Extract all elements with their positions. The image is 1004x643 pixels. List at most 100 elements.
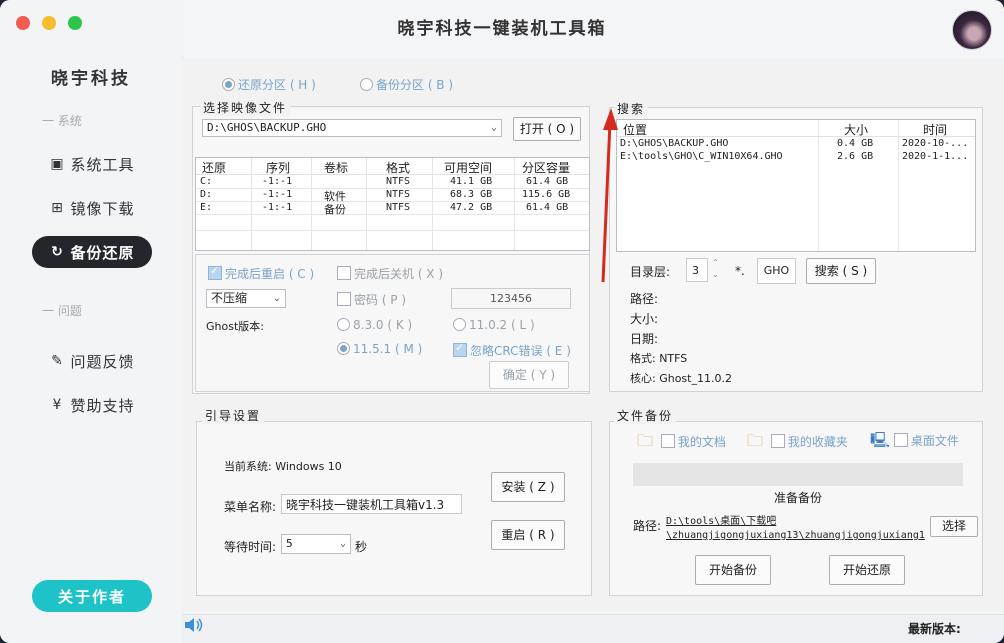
detail-core-label: 核心: Ghost_11.0.2 [630, 372, 732, 385]
maximize-window-button[interactable] [68, 16, 82, 30]
section-system-label: 一 系统 [42, 114, 82, 128]
column-header: 大小 [844, 123, 869, 137]
my-documents-option[interactable]: 🗀 我的文档 [637, 430, 726, 450]
about-author-button[interactable]: 关于作者 [32, 580, 152, 612]
radio-indicator [360, 78, 373, 91]
column-header: 时间 [923, 123, 948, 137]
chevron-down-icon: ⌄ [490, 122, 497, 133]
ghost-830-radio[interactable]: 8.3.0 ( K ) [337, 318, 412, 332]
toolbox-icon: ▣ [50, 156, 65, 172]
password-field[interactable]: 123456 [451, 288, 571, 309]
shutdown-after-checkbox[interactable]: 完成后关机 ( X ) [337, 265, 443, 282]
sidebar-item-label: 备份还原 [70, 243, 135, 262]
close-window-button[interactable] [16, 16, 30, 30]
install-button[interactable]: 安装 ( Z ) [491, 472, 565, 502]
my-favorites-option[interactable]: 🗀 我的收藏夹 [747, 430, 848, 450]
sidebar-item-label: 问题反馈 [70, 352, 135, 371]
sidebar-item-feedback[interactable]: ✎ 问题反馈 [32, 345, 152, 377]
wait-time-label: 等待时间: [224, 540, 277, 554]
directory-depth-label: 目录层: [630, 265, 671, 279]
restore-partition-radio[interactable]: 还原分区 ( H ) [222, 76, 316, 93]
sidebar-item-label: 镜像下载 [70, 199, 135, 218]
user-folder-icon: 🗀 [637, 431, 654, 450]
depth-spinner[interactable]: ⌃ ⌄ [712, 257, 719, 281]
start-backup-button[interactable]: 开始备份 [695, 555, 771, 585]
sidebar-item-system-tools[interactable]: ▣ 系统工具 [32, 148, 152, 180]
avatar[interactable] [952, 10, 992, 50]
start-restore-button[interactable]: 开始还原 [829, 555, 905, 585]
section-help-label: 一 问题 [42, 304, 82, 318]
brand-name: 晓宇科技 [51, 69, 131, 89]
ghost-1151-radio[interactable]: 11.5.1 ( M ) [337, 342, 422, 356]
minimize-window-button[interactable] [42, 16, 56, 30]
boot-settings-legend: 引导设置 [202, 407, 265, 424]
reboot-button[interactable]: 重启 ( R ) [491, 520, 565, 550]
sidebar-item-image-download[interactable]: ⊞ 镜像下载 [32, 192, 152, 224]
wait-time-select[interactable]: 5 ⌄ [281, 534, 351, 554]
password-checkbox[interactable]: 密码 ( P ) [337, 291, 406, 308]
checkbox-indicator [770, 434, 785, 448]
directory-depth-input[interactable]: 3 [686, 258, 708, 282]
chevron-down-icon: ⌄ [712, 270, 719, 279]
windows-icon: ⊞ [51, 200, 64, 216]
sidebar: 晓宇科技 一 系统 ▣ 系统工具 ⊞ 镜像下载 ↻ 备份还原 一 问题 ✎ 问题… [0, 0, 183, 643]
radio-indicator [222, 78, 235, 91]
desktop-files-option[interactable]: 🖳 桌面文件 [870, 430, 959, 450]
chevron-down-icon: ⌄ [339, 538, 346, 549]
column-header: 分区容量 [522, 161, 571, 175]
column-header: 可用空间 [444, 161, 493, 175]
partition-table[interactable]: 还原 序列 卷标 格式 可用空间 分区容量 C: -1:-1 NTFS 41.1… [195, 157, 590, 251]
compression-select[interactable]: 不压缩 ⌄ [206, 289, 286, 308]
detail-size-label: 大小: [630, 312, 659, 326]
app-window: 晓宇科技 一 系统 ▣ 系统工具 ⊞ 镜像下载 ↻ 备份还原 一 问题 ✎ 问题… [0, 0, 1004, 643]
detail-format-label: 格式: NTFS [630, 352, 688, 365]
column-header: 序列 [266, 161, 291, 175]
ignore-crc-checkbox[interactable]: 忽略CRC错误 ( E ) [453, 341, 571, 359]
menu-name-label: 菜单名称: [224, 500, 277, 514]
chevron-down-icon: ⌄ [272, 293, 281, 304]
latest-version-label: 最新版本: [908, 622, 961, 636]
backup-status: 准备备份 [773, 491, 822, 505]
detail-date-label: 日期: [630, 332, 659, 346]
annotation-arrow-icon [601, 108, 618, 283]
sidebar-item-label: 赞助支持 [70, 396, 135, 415]
menu-name-input[interactable]: 晓宇科技一键装机工具箱v1.3 [281, 494, 462, 514]
backup-progress-bar [633, 463, 963, 486]
checkbox-indicator [208, 264, 222, 280]
radio-indicator [337, 318, 350, 331]
column-header: 卷标 [324, 161, 349, 175]
extension-input[interactable]: GHO [757, 258, 796, 284]
yen-icon: ¥ [52, 397, 63, 413]
checkbox-indicator [453, 341, 467, 357]
checkbox-indicator [337, 266, 351, 280]
current-system-label: 当前系统: Windows 10 [224, 460, 342, 473]
checkbox-indicator [893, 433, 908, 447]
speaker-icon[interactable] [183, 615, 205, 635]
sidebar-item-sponsor[interactable]: ¥ 赞助支持 [32, 389, 152, 421]
ghost-1102-radio[interactable]: 11.0.2 ( L ) [453, 318, 535, 332]
open-file-button[interactable]: 打开 ( O ) [513, 117, 581, 141]
confirm-button[interactable]: 确定 ( Y ) [489, 361, 569, 389]
table-header [617, 120, 975, 137]
radio-indicator [337, 342, 350, 355]
reboot-after-checkbox[interactable]: 完成后重启 ( C ) [208, 264, 314, 282]
sidebar-item-backup-restore[interactable]: ↻ 备份还原 [32, 236, 152, 268]
star-folder-icon: 🗀 [747, 431, 764, 450]
file-backup-legend: 文件备份 [614, 407, 677, 424]
edit-icon: ✎ [51, 353, 64, 369]
column-header: 格式 [386, 161, 411, 175]
refresh-icon: ↻ [51, 244, 64, 260]
chevron-up-icon: ⌃ [712, 258, 719, 267]
backup-partition-radio[interactable]: 备份分区 ( B ) [360, 76, 453, 93]
image-path-combobox[interactable]: D:\GHOS\BACKUP.GHO ⌄ [202, 119, 502, 137]
app-title: 晓宇科技一键装机工具箱 [397, 19, 607, 39]
wait-time-unit: 秒 [355, 540, 368, 554]
sidebar-item-label: 系统工具 [70, 155, 135, 174]
backup-path-link[interactable]: D:\tools\桌面\下载吧 \zhuangjigongjuxiang13\z… [666, 515, 925, 543]
radio-indicator [453, 318, 466, 331]
choose-path-button[interactable]: 选择 [930, 516, 978, 537]
search-results-table[interactable]: 位置 大小 时间 D:\GHOS\BACKUP.GHO 0.4 GB 2020-… [616, 119, 976, 252]
backup-path-label: 路径: [633, 519, 662, 533]
checkbox-indicator [660, 434, 675, 448]
search-button[interactable]: 搜索 ( S ) [806, 258, 876, 284]
